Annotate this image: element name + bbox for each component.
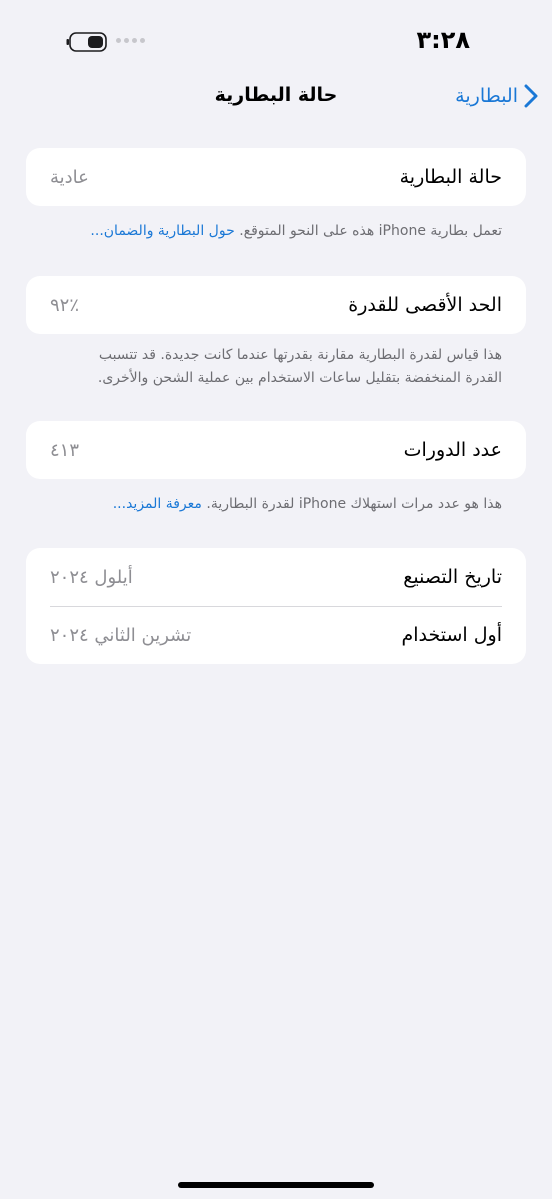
- battery-low-icon: [66, 32, 107, 52]
- battery-warranty-link[interactable]: حول البطارية والضمان...: [90, 223, 234, 239]
- max-capacity-label: الحد الأقصى للقدرة: [348, 294, 502, 316]
- battery-health-label: حالة البطارية: [399, 166, 502, 188]
- first-use-row: أول استخدام تشرين الثاني ٢٠٢٤: [26, 606, 526, 664]
- max-capacity-footnote-line-2: القدرة المنخفضة بتقليل ساعات الاستخدام ب…: [97, 370, 502, 386]
- battery-health-footnote: تعمل بطارية iPhone هذه على النحو المتوقع…: [50, 220, 502, 243]
- learn-more-link[interactable]: معرفة المزيد...: [113, 496, 202, 512]
- manufacture-date-value: أيلول ٢٠٢٤: [50, 566, 133, 588]
- max-capacity-footnote-line-1: هذا قياس لقدرة البطارية مقارنة بقدرتها ع…: [98, 347, 502, 363]
- manufacture-date-row: تاريخ التصنيع أيلول ٢٠٢٤: [26, 548, 526, 606]
- no-signal-dots-icon: [116, 38, 145, 43]
- cycle-count-value: ٤١٣: [50, 439, 80, 461]
- status-bar: ٣:٢٨: [0, 0, 552, 80]
- chevron-right-icon: [524, 84, 538, 108]
- cycle-count-row: عدد الدورات ٤١٣: [26, 421, 526, 479]
- home-indicator[interactable]: [178, 1182, 374, 1188]
- status-time: ٣:٢٨: [416, 26, 470, 54]
- first-use-label: أول استخدام: [401, 624, 502, 646]
- max-capacity-value: ٪٩٢: [50, 294, 80, 316]
- back-button[interactable]: البطارية: [455, 84, 538, 108]
- cycle-count-footnote-text: هذا هو عدد مرات استهلاك iPhone لقدرة الب…: [206, 496, 502, 512]
- battery-health-footnote-text: تعمل بطارية iPhone هذه على النحو المتوقع…: [239, 223, 502, 239]
- back-button-label: البطارية: [455, 85, 518, 107]
- cycle-count-footnote: هذا هو عدد مرات استهلاك iPhone لقدرة الب…: [50, 493, 502, 516]
- cycle-count-card: عدد الدورات ٤١٣: [26, 421, 526, 479]
- first-use-value: تشرين الثاني ٢٠٢٤: [50, 624, 192, 646]
- max-capacity-row: الحد الأقصى للقدرة ٪٩٢: [26, 276, 526, 334]
- manufacture-date-label: تاريخ التصنيع: [403, 566, 502, 588]
- battery-health-value: عادية: [50, 166, 89, 188]
- battery-health-card: حالة البطارية عادية: [26, 148, 526, 206]
- dates-card: تاريخ التصنيع أيلول ٢٠٢٤ أول استخدام تشر…: [26, 548, 526, 664]
- battery-health-row: حالة البطارية عادية: [26, 148, 526, 206]
- max-capacity-footnote: هذا قياس لقدرة البطارية مقارنة بقدرتها ع…: [50, 344, 502, 390]
- max-capacity-card: الحد الأقصى للقدرة ٪٩٢: [26, 276, 526, 334]
- navigation-bar: حالة البطارية البطارية: [0, 78, 552, 118]
- cycle-count-label: عدد الدورات: [403, 439, 502, 461]
